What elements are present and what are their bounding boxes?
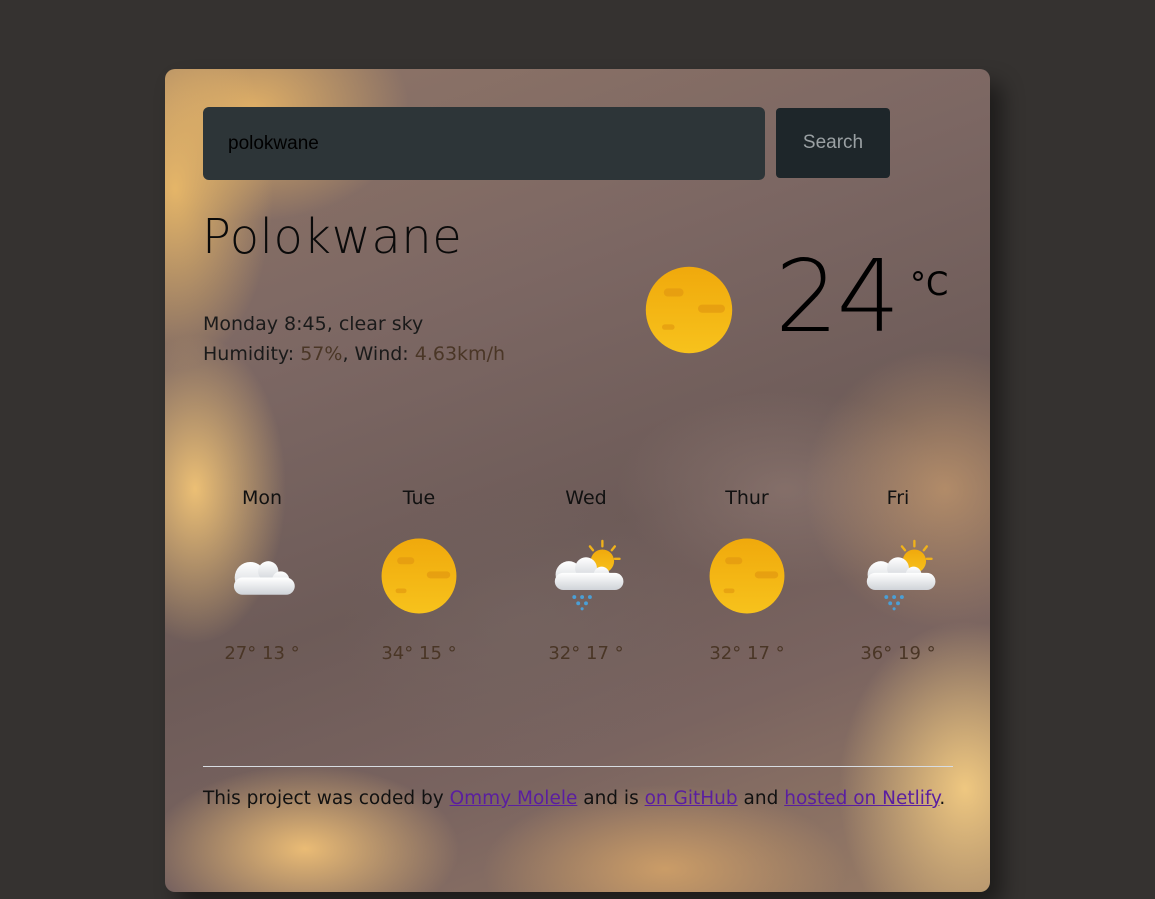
forecast-day: Wed 32° 17 ° [516, 487, 656, 664]
weather-card: Search Polokwane Monday 8:45, clear sky … [165, 69, 990, 892]
forecast-max: 32° [709, 643, 742, 664]
sun-icon [708, 537, 786, 615]
search-input[interactable] [203, 107, 765, 180]
city-name: Polokwane [202, 209, 463, 265]
cloud-icon [223, 537, 301, 615]
sun-icon [644, 265, 734, 355]
wind-label: Wind: [354, 343, 409, 365]
forecast-day-name: Mon [241, 487, 283, 509]
wind-value: 4.63km/h [414, 343, 506, 365]
forecast-temps: 27° 13 ° [192, 643, 332, 664]
footer-suffix: . [939, 788, 946, 809]
humidity-wind: Humidity: 57%, Wind: 4.63km/h [203, 343, 506, 365]
forecast-day-name: Fri [886, 487, 910, 509]
forecast-day-name: Wed [565, 487, 607, 509]
forecast-min: 17 ° [586, 643, 624, 664]
forecast-min: 17 ° [747, 643, 785, 664]
temperature-unit[interactable]: °C [910, 265, 948, 303]
netlify-link[interactable]: hosted on Netlify [784, 788, 939, 809]
forecast-min: 19 ° [898, 643, 936, 664]
sun-icon [380, 537, 458, 615]
current-temperature: 24 [775, 238, 900, 355]
forecast-max: 36° [860, 643, 893, 664]
footer: This project was coded by Ommy Molele an… [203, 787, 953, 811]
day-time: Monday 8:45 [203, 313, 327, 335]
date-description: Monday 8:45, clear sky [203, 313, 424, 335]
forecast-temps: 32° 17 ° [677, 643, 817, 664]
forecast-min: 15 ° [419, 643, 457, 664]
forecast-day: Mon 27° 13 ° [192, 487, 332, 664]
forecast-max: 27° [224, 643, 257, 664]
forecast-day: Tue 34° 15 ° [349, 487, 489, 664]
forecast-max: 34° [381, 643, 414, 664]
footer-middle: and is [583, 788, 639, 809]
sun-cloud-rain-icon [547, 537, 625, 615]
humidity-value: 57% [300, 343, 343, 365]
humidity-label: Humidity: [203, 343, 295, 365]
footer-and: and [743, 788, 779, 809]
forecast-day: Thur 32° 17 ° [677, 487, 817, 664]
forecast-min: 13 ° [262, 643, 300, 664]
forecast-day-name: Tue [402, 487, 436, 509]
forecast-temps: 36° 19 ° [828, 643, 968, 664]
author-link[interactable]: Ommy Molele [450, 788, 578, 809]
sun-cloud-rain-icon [859, 537, 937, 615]
search-button[interactable]: Search [776, 108, 890, 178]
forecast-day: Fri 36° 19 ° [828, 487, 968, 664]
forecast-max: 32° [548, 643, 581, 664]
forecast-temps: 34° 15 ° [349, 643, 489, 664]
weather-description: clear sky [338, 313, 424, 335]
forecast: Mon 27° 13 ° Tue 34° 15 ° Wed 32° 17 ° T… [165, 487, 990, 697]
footer-prefix: This project was coded by [203, 788, 444, 809]
current-details: Monday 8:45, clear sky Humidity: 57%, Wi… [203, 309, 505, 369]
github-link[interactable]: on GitHub [645, 788, 738, 809]
forecast-day-name: Thur [725, 487, 769, 509]
forecast-temps: 32° 17 ° [516, 643, 656, 664]
footer-divider [203, 766, 953, 767]
